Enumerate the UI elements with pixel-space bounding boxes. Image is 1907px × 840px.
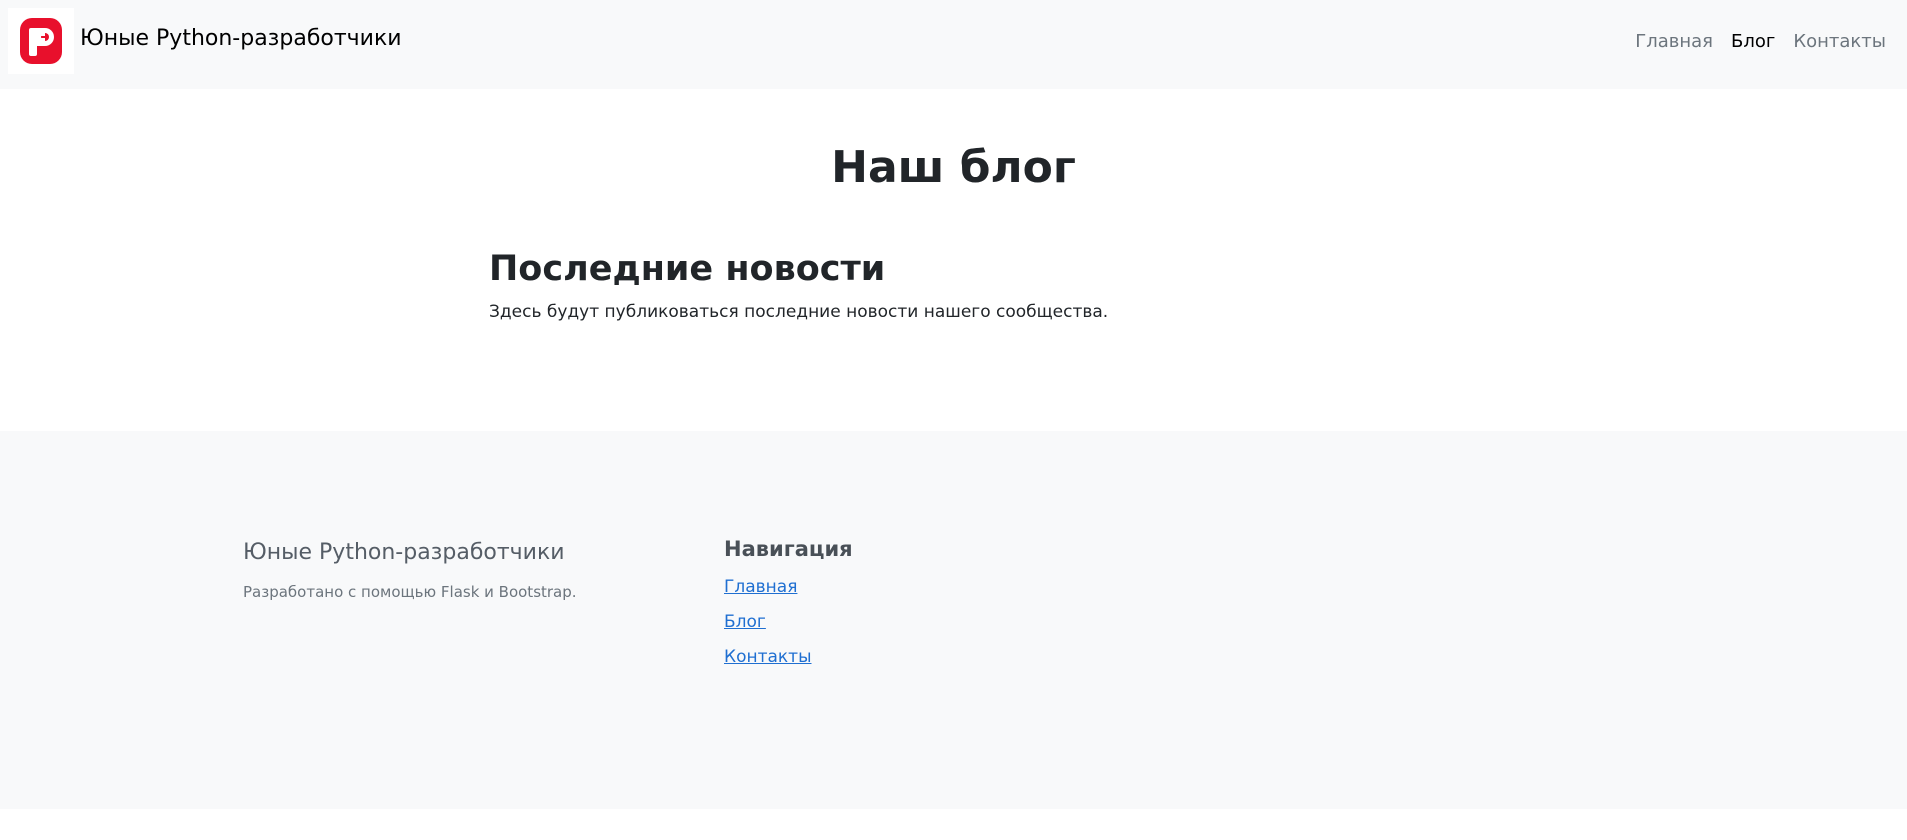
footer-brand: Юные Python-разработчики	[243, 540, 565, 565]
main-nav: Главная Блог Контакты	[1635, 31, 1886, 52]
footer-link-blog[interactable]: Блог	[724, 612, 766, 632]
nav-link-blog[interactable]: Блог	[1731, 31, 1775, 52]
list-item: Главная	[724, 577, 812, 612]
list-item: Контакты	[724, 647, 812, 682]
footer: Юные Python-разработчики Разработано с п…	[0, 431, 1907, 809]
page-title: Наш блог	[831, 142, 1076, 193]
nav-link-contacts[interactable]: Контакты	[1793, 31, 1886, 52]
p-logo-icon	[20, 18, 62, 64]
footer-credit: Разработано с помощью Flask и Bootstrap.	[243, 583, 577, 601]
section-heading: Последние новости	[489, 249, 886, 289]
brand-name[interactable]: Юные Python-разработчики	[80, 26, 402, 51]
nav-link-home[interactable]: Главная	[1635, 31, 1713, 52]
list-item: Блог	[724, 612, 812, 647]
brand-logo[interactable]	[8, 8, 74, 74]
section-text: Здесь будут публиковаться последние ново…	[489, 302, 1109, 322]
footer-nav-title: Навигация	[724, 537, 853, 561]
footer-link-home[interactable]: Главная	[724, 577, 797, 597]
footer-link-contacts[interactable]: Контакты	[724, 647, 812, 667]
navbar: Юные Python-разработчики Главная Блог Ко…	[0, 0, 1907, 89]
footer-nav-list: Главная Блог Контакты	[724, 577, 812, 682]
